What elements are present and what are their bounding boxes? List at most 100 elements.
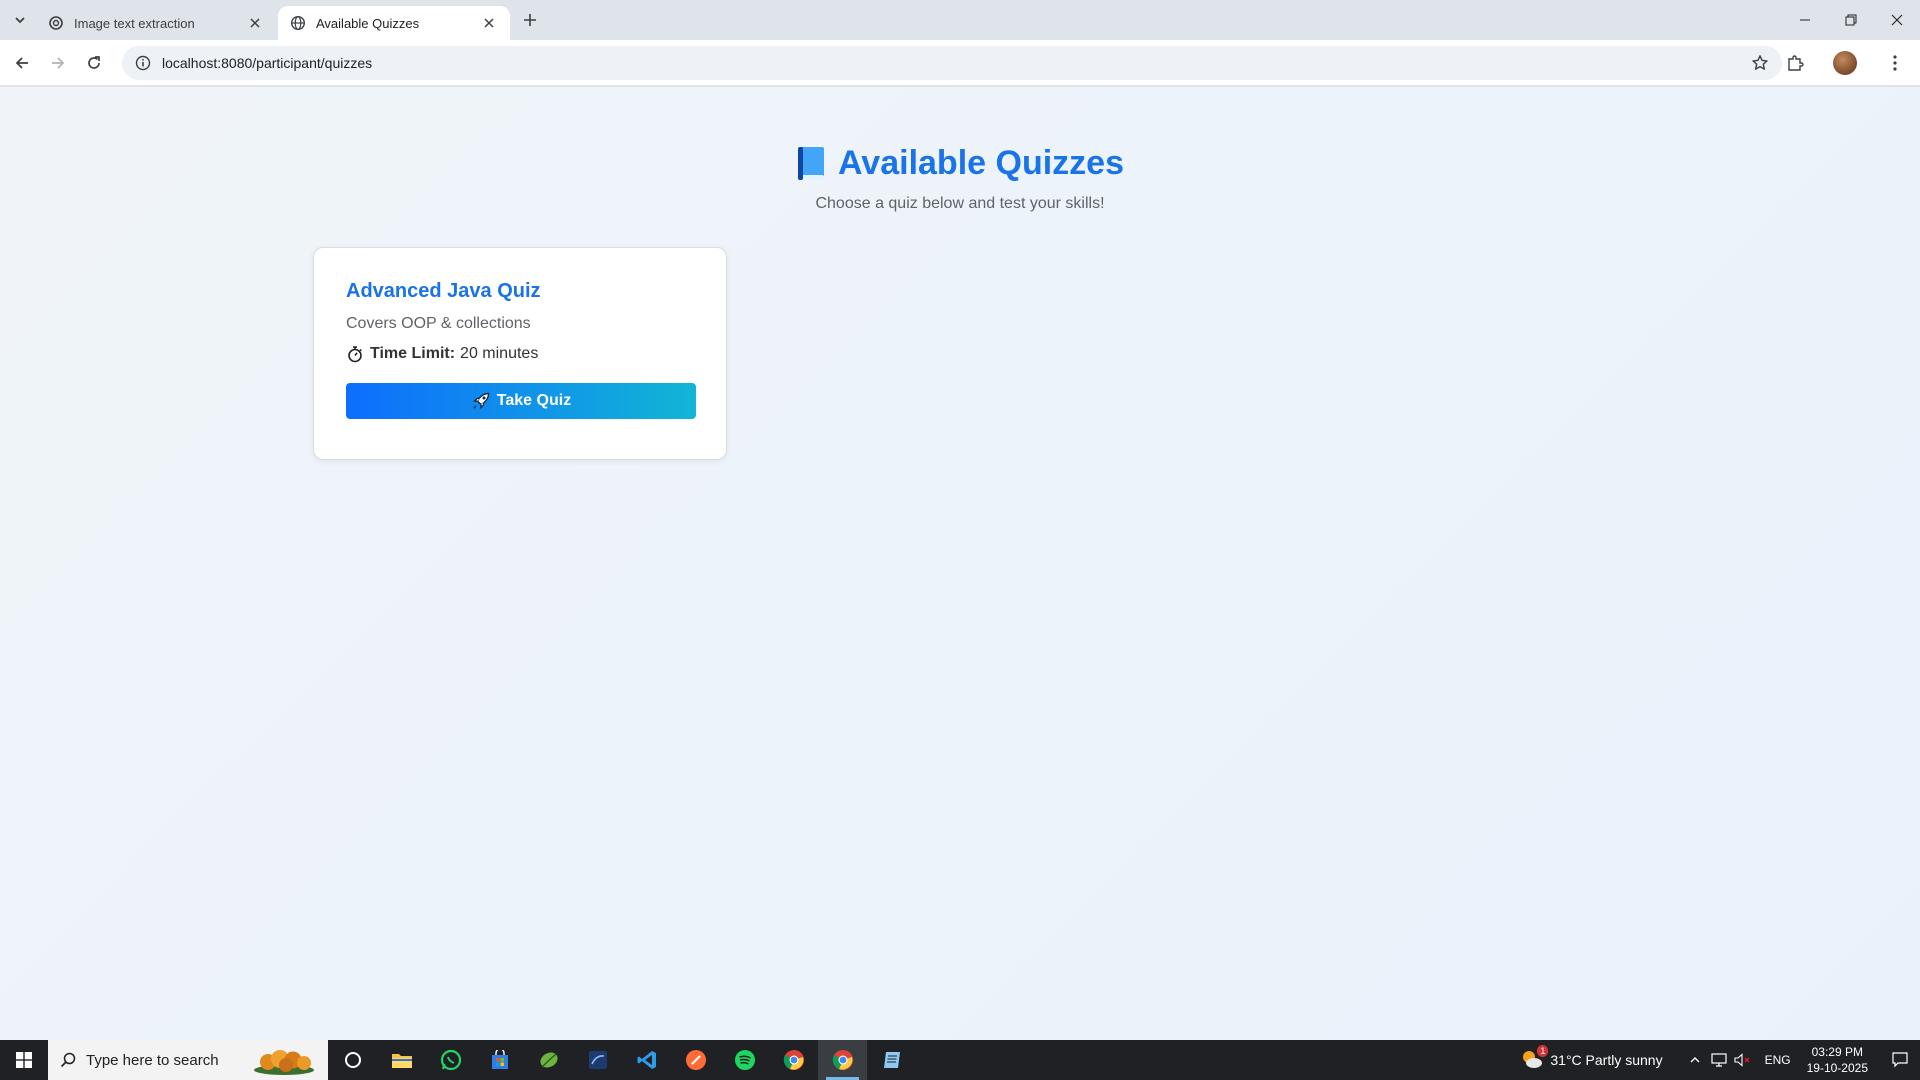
network-button[interactable] (1707, 1040, 1731, 1080)
chevron-up-icon (1690, 1057, 1700, 1063)
new-tab-button[interactable] (518, 8, 542, 32)
cortana-icon (344, 1052, 361, 1068)
take-quiz-button[interactable]: Take Quiz (346, 383, 696, 419)
taskbar-store[interactable] (475, 1040, 524, 1080)
spring-leaf-icon (539, 1052, 558, 1068)
taskbar-sql-tool[interactable] (573, 1040, 622, 1080)
postman-icon (685, 1050, 706, 1070)
openai-icon (48, 15, 64, 31)
volume-button[interactable] (1731, 1040, 1755, 1080)
quiz-time-limit: Time Limit: 20 minutes (346, 345, 694, 363)
extensions-button[interactable] (1781, 49, 1809, 77)
whatsapp-icon (440, 1049, 461, 1071)
url-text[interactable]: localhost:8080/participant/quizzes (162, 55, 1746, 71)
restore-icon (1845, 14, 1857, 26)
address-bar[interactable]: localhost:8080/participant/quizzes (122, 46, 1782, 80)
rocket-icon (471, 391, 491, 411)
search-icon (60, 1052, 76, 1068)
folder-icon (391, 1054, 412, 1068)
close-icon[interactable] (480, 14, 498, 32)
browser-tabstrip: Image text extraction Available Quizzes (0, 0, 1920, 40)
chevron-down-icon (15, 17, 25, 24)
vscode-icon (637, 1051, 656, 1069)
start-button[interactable] (0, 1040, 48, 1080)
page-title: Available Quizzes (796, 144, 1124, 183)
quiz-title: Advanced Java Quiz (346, 280, 541, 302)
weather-text: 31°C Partly sunny (1550, 1052, 1663, 1068)
quiz-card: Advanced Java Quiz Covers OOP & collecti… (313, 247, 727, 460)
search-highlight-image (252, 1044, 316, 1076)
tab-available-quizzes[interactable]: Available Quizzes (278, 6, 510, 40)
taskbar-notes-app[interactable] (867, 1040, 916, 1080)
take-quiz-label: Take Quiz (496, 392, 572, 409)
taskbar-chrome[interactable] (769, 1040, 818, 1080)
toolbar-right (1770, 49, 1920, 77)
clock-time: 03:29 PM (1811, 1045, 1863, 1059)
windows-logo-icon (16, 1052, 32, 1068)
page-title-text: Available Quizzes (838, 144, 1124, 182)
restore-button[interactable] (1828, 0, 1874, 40)
weather-widget[interactable]: 1 31°C Partly sunny (1520, 1045, 1663, 1072)
minimize-icon (1800, 19, 1810, 21)
taskbar-cortana[interactable] (328, 1040, 377, 1080)
weather-partly-sunny-icon: 1 (1520, 1045, 1549, 1072)
time-limit-label: Time Limit: (370, 345, 456, 362)
quiz-description: Covers OOP & collections (346, 315, 531, 332)
page-subtitle: Choose a quiz below and test your skills… (815, 194, 1105, 212)
store-icon (491, 1050, 508, 1069)
reload-icon (88, 56, 100, 69)
info-icon[interactable] (134, 54, 152, 72)
spotify-icon (734, 1050, 755, 1070)
book-icon (796, 146, 826, 182)
notepad-icon (883, 1052, 900, 1068)
notification-icon (1892, 1052, 1908, 1068)
system-tray: 1 31°C Partly sunny ENG 03:29 PM 19-10-2… (1520, 1040, 1920, 1080)
close-icon (1891, 14, 1903, 26)
network-icon (1710, 1053, 1727, 1067)
window-controls (1782, 0, 1920, 40)
tab-title: Image text extraction (74, 15, 195, 31)
profile-button[interactable] (1831, 49, 1859, 77)
avatar (1833, 51, 1857, 75)
notifications-button[interactable] (1880, 1040, 1920, 1080)
taskbar-spotify[interactable] (720, 1040, 769, 1080)
taskbar-vscode[interactable] (622, 1040, 671, 1080)
browser-toolbar: localhost:8080/participant/quizzes (0, 40, 1920, 86)
taskbar-search[interactable]: Type here to search (48, 1040, 328, 1080)
taskbar-file-explorer[interactable] (377, 1040, 426, 1080)
chrome-icon (832, 1050, 853, 1070)
chrome-icon (783, 1050, 804, 1070)
tab-title: Available Quizzes (316, 15, 420, 31)
arrow-right-icon (52, 57, 65, 69)
taskbar-spring-tool[interactable] (524, 1040, 573, 1080)
volume-muted-icon (1734, 1053, 1750, 1067)
menu-button[interactable] (1881, 49, 1909, 77)
database-tool-icon (588, 1051, 607, 1069)
stopwatch-icon (346, 345, 364, 363)
minimize-button[interactable] (1782, 0, 1828, 40)
language-indicator[interactable]: ENG (1765, 1053, 1791, 1067)
taskbar-chrome-active[interactable] (818, 1040, 867, 1080)
close-window-button[interactable] (1874, 0, 1920, 40)
search-placeholder: Type here to search (86, 1051, 219, 1069)
taskbar-postman[interactable] (671, 1040, 720, 1080)
page-header: Available Quizzes Choose a quiz below an… (0, 144, 1920, 213)
clock[interactable]: 03:29 PM 19-10-2025 (1807, 1044, 1868, 1076)
page-body: Available Quizzes Choose a quiz below an… (0, 87, 1920, 1040)
time-limit-value: 20 minutes (460, 345, 539, 362)
puzzle-icon (1788, 55, 1804, 71)
clock-date: 19-10-2025 (1806, 1061, 1868, 1075)
reload-button[interactable] (80, 49, 108, 77)
back-button[interactable] (8, 49, 36, 77)
plus-icon (524, 14, 536, 26)
tab-search-button[interactable] (8, 8, 32, 32)
tab-image-text-extraction[interactable]: Image text extraction (36, 6, 276, 40)
weather-alert-badge: 1 (1537, 1045, 1549, 1057)
globe-icon (290, 15, 306, 31)
arrow-left-icon (15, 57, 28, 69)
show-hidden-icons-button[interactable] (1683, 1040, 1707, 1080)
close-icon[interactable] (246, 14, 264, 32)
forward-button[interactable] (44, 49, 72, 77)
taskbar-whatsapp[interactable] (426, 1040, 475, 1080)
kebab-menu-icon (1893, 55, 1897, 71)
